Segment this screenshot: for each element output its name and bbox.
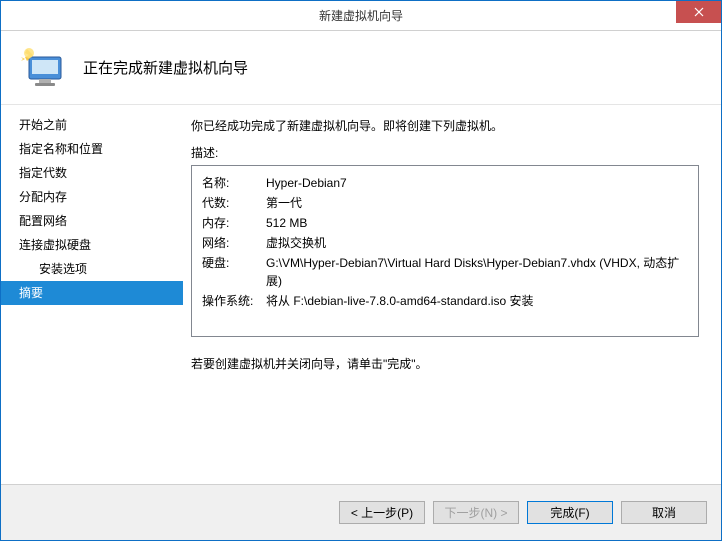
desc-row-name: 名称: Hyper-Debian7 bbox=[202, 174, 688, 192]
wizard-body: 开始之前 指定名称和位置 指定代数 分配内存 配置网络 连接虚拟硬盘 安装选项 … bbox=[1, 105, 721, 484]
sidebar-item-generation[interactable]: 指定代数 bbox=[1, 161, 183, 185]
next-button: 下一步(N) > bbox=[433, 501, 519, 524]
desc-val: 第一代 bbox=[266, 194, 302, 212]
wizard-icon bbox=[19, 43, 69, 93]
wizard-sidebar: 开始之前 指定名称和位置 指定代数 分配内存 配置网络 连接虚拟硬盘 安装选项 … bbox=[1, 105, 183, 484]
desc-row-generation: 代数: 第一代 bbox=[202, 194, 688, 212]
desc-val: 虚拟交换机 bbox=[266, 234, 326, 252]
sidebar-item-install-options[interactable]: 安装选项 bbox=[1, 257, 183, 281]
intro-text: 你已经成功完成了新建虚拟机向导。即将创建下列虚拟机。 bbox=[191, 117, 699, 134]
close-button[interactable] bbox=[676, 1, 721, 23]
description-box: 名称: Hyper-Debian7 代数: 第一代 内存: 512 MB 网络:… bbox=[191, 165, 699, 337]
desc-key: 网络: bbox=[202, 234, 266, 252]
wizard-header: 正在完成新建虚拟机向导 bbox=[1, 31, 721, 105]
button-bar: < 上一步(P) 下一步(N) > 完成(F) 取消 bbox=[1, 484, 721, 540]
cancel-button[interactable]: 取消 bbox=[621, 501, 707, 524]
footer-note: 若要创建虚拟机并关闭向导，请单击"完成"。 bbox=[191, 355, 699, 372]
titlebar: 新建虚拟机向导 bbox=[1, 1, 721, 31]
desc-row-os: 操作系统: 将从 F:\debian-live-7.8.0-amd64-stan… bbox=[202, 292, 688, 310]
finish-button[interactable]: 完成(F) bbox=[527, 501, 613, 524]
desc-row-memory: 内存: 512 MB bbox=[202, 214, 688, 232]
window-title: 新建虚拟机向导 bbox=[319, 7, 403, 24]
sidebar-item-hard-disk[interactable]: 连接虚拟硬盘 bbox=[1, 233, 183, 257]
sidebar-item-memory[interactable]: 分配内存 bbox=[1, 185, 183, 209]
sidebar-item-before-begin[interactable]: 开始之前 bbox=[1, 113, 183, 137]
previous-button[interactable]: < 上一步(P) bbox=[339, 501, 425, 524]
desc-key: 代数: bbox=[202, 194, 266, 212]
desc-key: 操作系统: bbox=[202, 292, 266, 310]
desc-val: 将从 F:\debian-live-7.8.0-amd64-standard.i… bbox=[266, 292, 533, 310]
desc-row-hard-disk: 硬盘: G:\VM\Hyper-Debian7\Virtual Hard Dis… bbox=[202, 254, 688, 290]
wizard-window: 新建虚拟机向导 正在完成新建虚拟机向导 开始之前 指定名称和位置 bbox=[0, 0, 722, 541]
desc-val: G:\VM\Hyper-Debian7\Virtual Hard Disks\H… bbox=[266, 254, 688, 290]
sidebar-item-network[interactable]: 配置网络 bbox=[1, 209, 183, 233]
page-title: 正在完成新建虚拟机向导 bbox=[83, 57, 248, 78]
desc-val: Hyper-Debian7 bbox=[266, 174, 347, 192]
desc-key: 名称: bbox=[202, 174, 266, 192]
description-label: 描述: bbox=[191, 144, 699, 161]
desc-key: 内存: bbox=[202, 214, 266, 232]
desc-row-network: 网络: 虚拟交换机 bbox=[202, 234, 688, 252]
desc-val: 512 MB bbox=[266, 214, 307, 232]
sidebar-item-summary[interactable]: 摘要 bbox=[1, 281, 183, 305]
wizard-main: 你已经成功完成了新建虚拟机向导。即将创建下列虚拟机。 描述: 名称: Hyper… bbox=[183, 105, 721, 484]
sidebar-item-name-location[interactable]: 指定名称和位置 bbox=[1, 137, 183, 161]
close-icon bbox=[694, 7, 704, 17]
desc-key: 硬盘: bbox=[202, 254, 266, 290]
